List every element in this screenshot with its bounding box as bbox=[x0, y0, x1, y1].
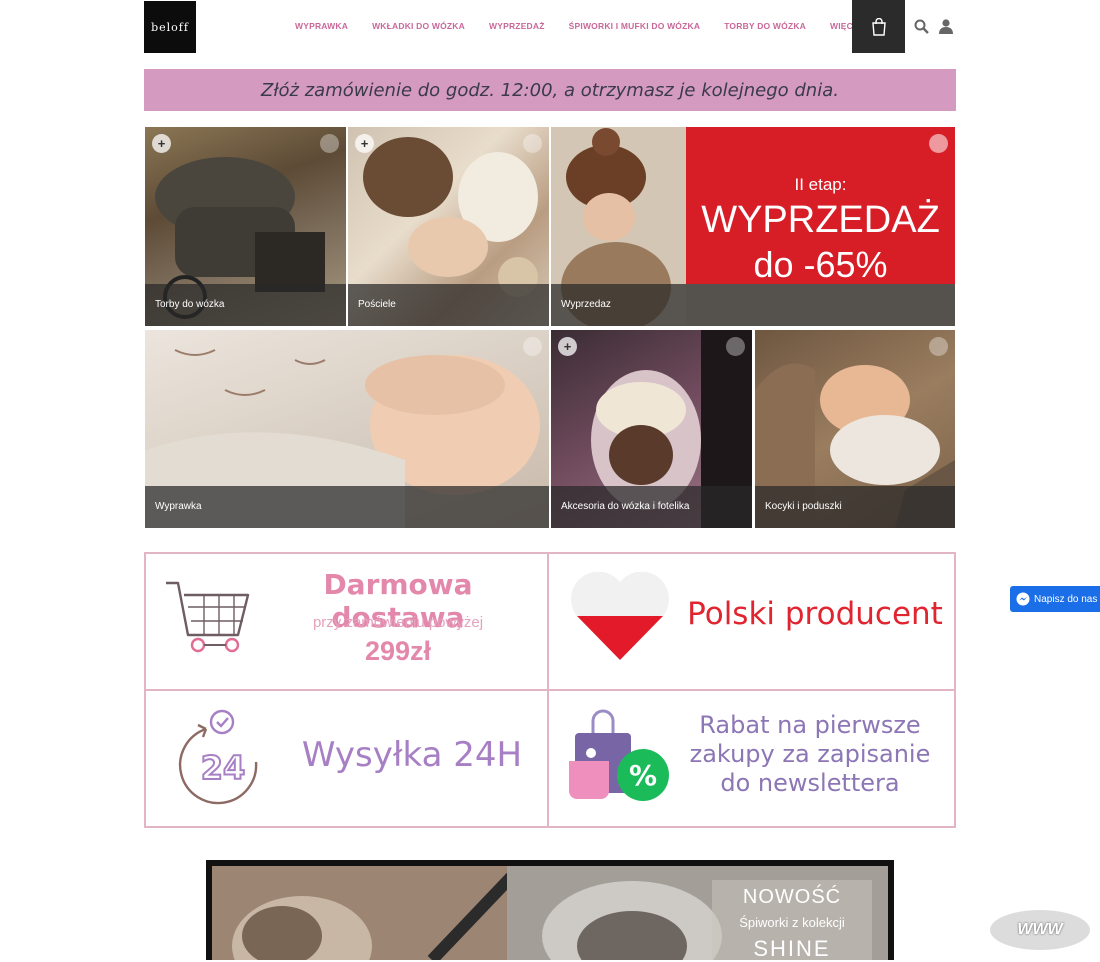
tile-caption: Wyprzedaz bbox=[551, 284, 955, 326]
producer-title: Polski producent bbox=[687, 596, 943, 632]
delivery-subtitle: przy zamówieniu powyżej bbox=[312, 614, 484, 631]
logo[interactable]: beloff bbox=[144, 1, 196, 53]
tile-wyprawka[interactable]: Wyprawka bbox=[145, 330, 549, 528]
clock-24-icon: 24 bbox=[178, 709, 258, 805]
tile-caption: Torby do wózka bbox=[145, 284, 346, 326]
messenger-chat-button[interactable]: Napisz do nas bbox=[1010, 586, 1100, 612]
delivery-banner: Złóż zamówienie do godz. 12:00, a otrzym… bbox=[144, 69, 956, 111]
nav-item-wyprzedaz[interactable]: WYPRZEDAŻ bbox=[489, 16, 545, 36]
search-icon bbox=[914, 19, 929, 34]
feature-newsletter-discount: % Rabat na pierwsze zakupy za zapisanie … bbox=[547, 689, 956, 828]
tile-caption: Wyprawka bbox=[145, 486, 549, 528]
info-icon[interactable] bbox=[929, 134, 948, 153]
quick-add-icon[interactable]: + bbox=[558, 337, 577, 356]
heart-flag-icon bbox=[571, 572, 669, 661]
tile-caption: Kocyki i poduszki bbox=[755, 486, 955, 528]
nav-item-spiworki[interactable]: ŚPIWORKI I MUFKI DO WÓZKA bbox=[569, 16, 701, 36]
feature-polish-producer: Polski producent bbox=[547, 552, 956, 691]
tile-akcesoria[interactable]: + Akcesoria do wózka i fotelika bbox=[551, 330, 752, 528]
nav-item-torby[interactable]: TORBY DO WÓZKA bbox=[724, 16, 806, 36]
info-icon[interactable] bbox=[929, 337, 948, 356]
tile-kocyki[interactable]: Kocyki i poduszki bbox=[755, 330, 955, 528]
info-icon[interactable] bbox=[523, 337, 542, 356]
discount-text: Rabat na pierwsze zakupy za zapisanie do… bbox=[689, 711, 931, 797]
cart-icon bbox=[871, 17, 886, 36]
quick-add-icon[interactable]: + bbox=[152, 134, 171, 153]
sale-promo: II etap: WYPRZEDAŻ do -65% bbox=[686, 127, 955, 285]
account-button[interactable] bbox=[938, 18, 954, 34]
badge-24-text: 24 bbox=[201, 749, 246, 787]
messenger-icon bbox=[1016, 592, 1030, 606]
search-button[interactable] bbox=[913, 18, 929, 34]
user-icon bbox=[939, 18, 953, 34]
quick-add-icon[interactable]: + bbox=[355, 134, 374, 153]
info-icon[interactable] bbox=[726, 337, 745, 356]
tile-caption: Akcesoria do wózka i fotelika bbox=[551, 486, 752, 528]
www-badge[interactable]: WWW bbox=[990, 910, 1090, 950]
tile-torby[interactable]: + Torby do wózka bbox=[145, 127, 346, 326]
new-collection-banner[interactable]: NOWOŚĆ Śpiworki z kolekcji SHINE bbox=[206, 860, 894, 961]
shipping-title: Wysyłka 24H bbox=[301, 735, 523, 775]
info-icon[interactable] bbox=[320, 134, 339, 153]
tile-caption: Pościele bbox=[348, 284, 549, 326]
promo-text: NOWOŚĆ Śpiworki z kolekcji SHINE bbox=[739, 886, 845, 961]
shopping-cart-icon bbox=[166, 581, 250, 653]
delivery-amount: 299zł bbox=[364, 636, 432, 666]
tile-wyprzedaz[interactable]: II etap: WYPRZEDAŻ do -65% Wyprzedaz bbox=[551, 127, 955, 326]
info-icon[interactable] bbox=[523, 134, 542, 153]
feature-shipping-24h: 24 Wysyłka 24H bbox=[144, 689, 549, 828]
cart-button[interactable] bbox=[852, 0, 905, 53]
shopping-bag-discount-icon: % bbox=[569, 709, 669, 801]
nav-item-wkladki[interactable]: WKŁADKI DO WÓZKA bbox=[372, 16, 465, 36]
main-nav: WYPRAWKA WKŁADKI DO WÓZKA WYPRZEDAŻ ŚPIW… bbox=[295, 16, 864, 36]
svg-text:%: % bbox=[629, 759, 657, 792]
tile-poscielle[interactable]: + Pościele bbox=[348, 127, 549, 326]
nav-item-wyprawka[interactable]: WYPRAWKA bbox=[295, 16, 348, 36]
feature-free-delivery: Darmowa dostawa przy zamówieniu powyżej … bbox=[144, 552, 549, 691]
